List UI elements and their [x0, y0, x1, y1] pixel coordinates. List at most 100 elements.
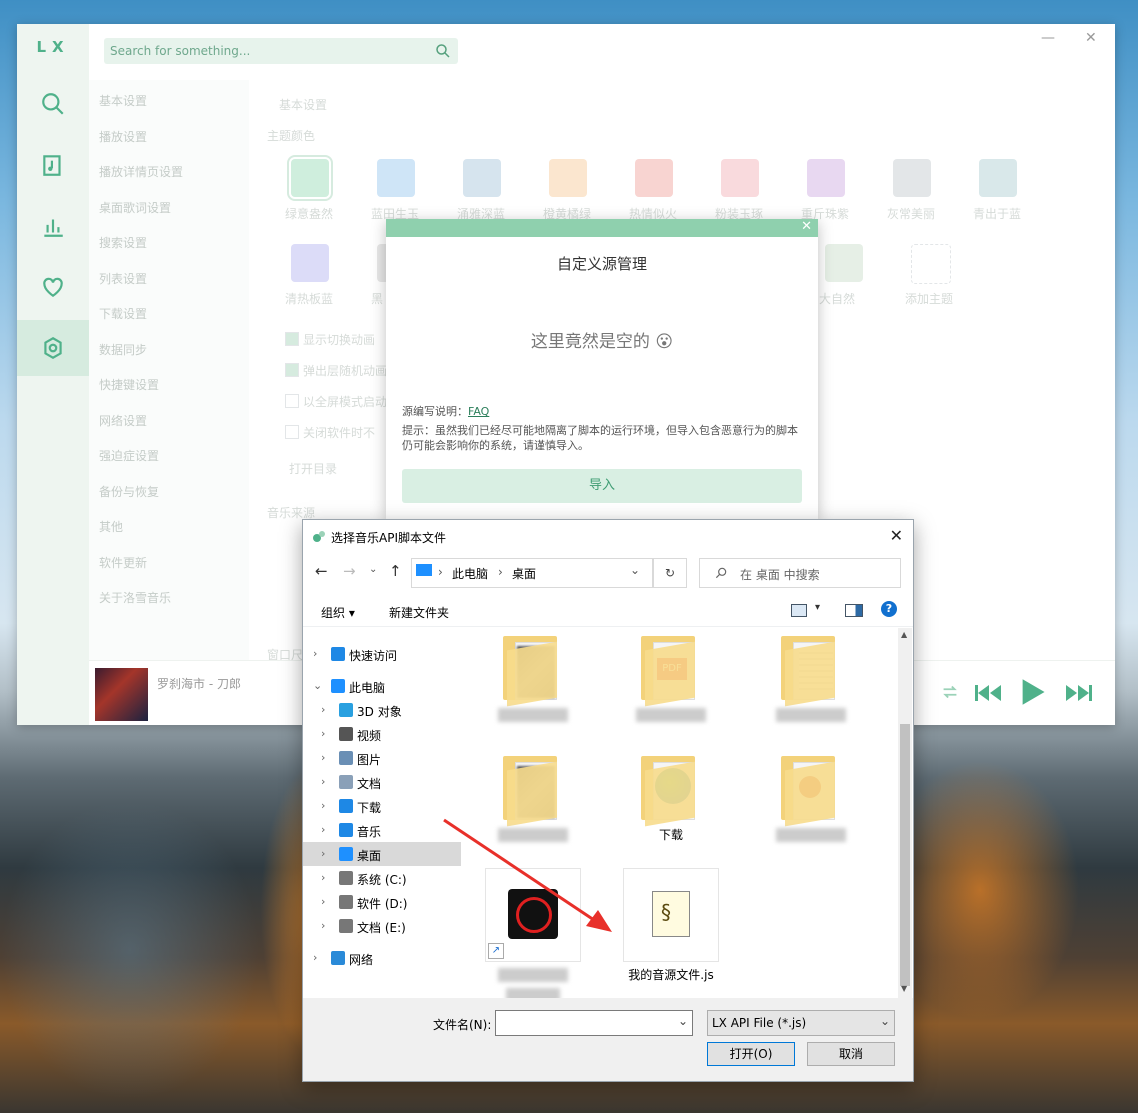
help-icon[interactable]: ?: [881, 601, 897, 617]
close-button[interactable]: ✕: [1085, 30, 1097, 46]
preview-pane-icon[interactable]: [845, 604, 863, 617]
settings-menu-item[interactable]: 关于洛雪音乐: [99, 589, 171, 606]
path-this-pc[interactable]: 此电脑: [452, 565, 488, 582]
theme-swatch[interactable]: [721, 159, 759, 197]
theme-swatch[interactable]: [635, 159, 673, 197]
minimize-button[interactable]: —: [1041, 30, 1055, 46]
chevron-right-icon[interactable]: ›: [321, 823, 325, 836]
scroll-thumb[interactable]: [900, 724, 910, 986]
theme-swatch[interactable]: [807, 159, 845, 197]
checkbox[interactable]: [285, 425, 299, 439]
refresh-button[interactable]: ↻: [653, 558, 687, 588]
search-bar[interactable]: [104, 38, 458, 64]
close-icon[interactable]: ✕: [801, 219, 812, 234]
faq-link[interactable]: FAQ: [468, 405, 489, 418]
search-icon[interactable]: [434, 42, 452, 60]
next-icon[interactable]: [1064, 681, 1094, 705]
chevron-down-icon[interactable]: ⌄: [880, 1014, 890, 1028]
tree-item[interactable]: › 音乐: [303, 818, 461, 842]
settings-menu-item[interactable]: 搜索设置: [99, 234, 147, 251]
file-item[interactable]: ↗: [485, 868, 581, 1002]
settings-menu-item[interactable]: 备份与恢复: [99, 483, 159, 500]
chevron-right-icon[interactable]: ›: [321, 799, 325, 812]
checkbox[interactable]: [285, 394, 299, 408]
file-item[interactable]: PDF: [623, 636, 719, 722]
chevron-right-icon[interactable]: ›: [321, 895, 325, 908]
tree-item[interactable]: › 下载: [303, 794, 461, 818]
path-desktop[interactable]: 桌面: [512, 565, 536, 582]
nav-songlist[interactable]: [17, 137, 89, 193]
file-item[interactable]: § 我的音源文件.js: [623, 868, 719, 983]
theme-swatch[interactable]: [377, 159, 415, 197]
scrollbar[interactable]: ▲ ▼: [898, 628, 912, 998]
file-item[interactable]: [763, 756, 859, 842]
theme-swatch[interactable]: [549, 159, 587, 197]
filetype-select[interactable]: LX API File (*.js) ⌄: [707, 1010, 895, 1036]
organize-button[interactable]: 组织 ▾: [321, 604, 355, 621]
tree-item[interactable]: › 文档: [303, 770, 461, 794]
tree-item[interactable]: › 图片: [303, 746, 461, 770]
theme-swatch[interactable]: [979, 159, 1017, 197]
previous-icon[interactable]: [973, 681, 1003, 705]
play-icon[interactable]: [1019, 677, 1047, 707]
checkbox[interactable]: [285, 332, 299, 346]
close-icon[interactable]: ✕: [890, 526, 903, 545]
settings-menu-item[interactable]: 强迫症设置: [99, 447, 159, 464]
open-dir-button[interactable]: 打开目录: [289, 460, 337, 477]
nav-favorites[interactable]: [17, 259, 89, 315]
scroll-up-icon[interactable]: ▲: [901, 630, 907, 639]
theme-swatch[interactable]: [463, 159, 501, 197]
chevron-right-icon[interactable]: ›: [321, 727, 325, 740]
file-item[interactable]: [485, 636, 581, 722]
forward-icon[interactable]: →: [343, 562, 356, 580]
chevron-right-icon[interactable]: ›: [321, 847, 325, 860]
checkbox[interactable]: [285, 363, 299, 377]
settings-menu-item[interactable]: 桌面歌词设置: [99, 199, 171, 216]
new-folder-button[interactable]: 新建文件夹: [389, 604, 449, 621]
chevron-right-icon[interactable]: ›: [321, 871, 325, 884]
file-item[interactable]: 下载: [623, 756, 719, 843]
settings-menu-item[interactable]: 其他: [99, 518, 123, 535]
search-input[interactable]: [104, 38, 416, 64]
chevron-right-icon[interactable]: ›: [313, 951, 317, 964]
up-icon[interactable]: ↑: [389, 562, 402, 580]
theme-swatch[interactable]: [893, 159, 931, 197]
settings-menu-item[interactable]: 播放详情页设置: [99, 163, 183, 180]
chevron-down-icon[interactable]: ⌄: [630, 563, 640, 577]
chevron-down-icon[interactable]: ⌄: [678, 1014, 688, 1028]
scroll-down-icon[interactable]: ▼: [901, 984, 907, 993]
settings-menu-item[interactable]: 快捷键设置: [99, 376, 159, 393]
address-box[interactable]: › 此电脑 › 桌面 ⌄: [411, 558, 653, 588]
filename-input[interactable]: ⌄: [495, 1010, 693, 1036]
file-item[interactable]: [763, 636, 859, 722]
chevron-right-icon[interactable]: ›: [321, 751, 325, 764]
theme-swatch[interactable]: [911, 244, 951, 284]
loop-icon[interactable]: [939, 681, 961, 703]
tree-item[interactable]: › 视频: [303, 722, 461, 746]
nav-settings[interactable]: [17, 320, 89, 376]
theme-swatch[interactable]: [825, 244, 863, 282]
tree-item[interactable]: › 3D 对象: [303, 698, 461, 722]
theme-swatch[interactable]: [287, 155, 333, 201]
view-options-icon[interactable]: [791, 604, 807, 617]
back-icon[interactable]: ←: [315, 562, 328, 580]
album-cover[interactable]: [95, 668, 148, 721]
nav-leaderboard[interactable]: [17, 198, 89, 254]
chevron-right-icon[interactable]: ›: [321, 775, 325, 788]
settings-menu-item[interactable]: 下载设置: [99, 305, 147, 322]
chevron-right-icon[interactable]: ›: [313, 647, 317, 660]
tree-item[interactable]: › 软件 (D:): [303, 890, 461, 914]
cancel-button[interactable]: 取消: [807, 1042, 895, 1066]
settings-menu-item[interactable]: 列表设置: [99, 270, 147, 287]
settings-menu-item[interactable]: 播放设置: [99, 128, 147, 145]
chevron-right-icon[interactable]: ›: [321, 919, 325, 932]
theme-swatch[interactable]: [291, 244, 329, 282]
tree-item[interactable]: › 桌面: [303, 842, 461, 866]
song-title[interactable]: 罗刹海市 - 刀郎: [157, 675, 241, 692]
chevron-right-icon[interactable]: ›: [321, 703, 325, 716]
settings-menu-item[interactable]: 网络设置: [99, 412, 147, 429]
tree-item[interactable]: › 文档 (E:): [303, 914, 461, 938]
open-button[interactable]: 打开(O): [707, 1042, 795, 1066]
tree-item[interactable]: › 系统 (C:): [303, 866, 461, 890]
import-button[interactable]: 导入: [402, 469, 802, 503]
